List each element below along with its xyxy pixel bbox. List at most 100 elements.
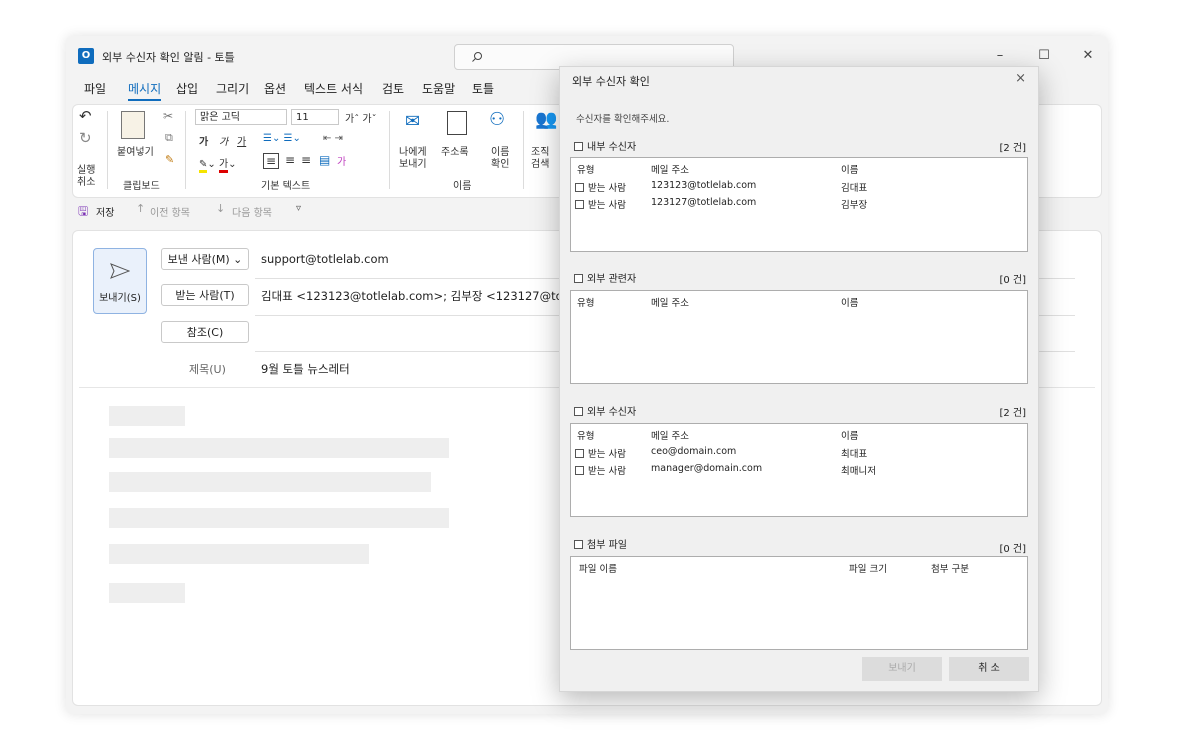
clear-format-icon[interactable]: 가	[337, 153, 346, 168]
menu-insert[interactable]: 삽입	[176, 80, 198, 97]
menu-format-text[interactable]: 텍스트 서식	[304, 80, 363, 97]
external-list[interactable]: 유형 메일 주소 이름 받는 사람 ceo@domain.com 최대표 받는 …	[570, 423, 1028, 517]
copy-icon[interactable]: ⧉	[165, 131, 173, 145]
send-button[interactable]: 보내기(S)	[93, 248, 147, 314]
checkbox-icon[interactable]	[574, 407, 583, 416]
column-header-name: 이름	[841, 165, 859, 176]
grow-font-icon[interactable]: 가ˆ 가ˇ	[345, 110, 377, 125]
column-header-name: 이름	[841, 298, 859, 309]
bold-icon[interactable]: 가	[199, 133, 208, 148]
italic-icon[interactable]: 가	[219, 133, 228, 148]
redo-icon[interactable]: ↻	[79, 129, 92, 147]
column-header-filesize: 파일 크기	[849, 564, 887, 575]
body-placeholder-line	[109, 508, 449, 528]
check-names-label-2[interactable]: 확인	[491, 155, 509, 170]
cc-button[interactable]: 참조(C)	[161, 321, 249, 343]
underline-icon[interactable]: 가	[237, 133, 246, 148]
dialog-cancel-button[interactable]: 취 소	[949, 657, 1029, 681]
send-to-me-label-2[interactable]: 보내기	[399, 155, 427, 170]
column-header-attach-type: 첨부 구분	[931, 564, 969, 575]
internal-list[interactable]: 유형 메일 주소 이름 받는 사람 123123@totlelab.com 김대…	[570, 157, 1028, 252]
attachments-list[interactable]: 파일 이름 파일 크기 첨부 구분	[570, 556, 1028, 650]
close-window-icon[interactable]: ✕	[1078, 48, 1098, 63]
attachments-count: [0 건]	[999, 544, 1026, 555]
bullet-list-icon[interactable]: ☰⌄ ☰⌄	[263, 133, 301, 144]
down-arrow-icon[interactable]: ↓	[216, 202, 225, 215]
column-header-filename: 파일 이름	[579, 564, 617, 575]
org-search-icon[interactable]: 👥	[535, 109, 557, 130]
address-book-icon[interactable]	[447, 111, 467, 135]
related-section-toggle[interactable]: 외부 관련자	[574, 270, 636, 285]
send-to-me-icon[interactable]: ✉	[405, 111, 420, 132]
maximize-icon[interactable]: ☐	[1034, 48, 1054, 63]
align-left-icon[interactable]: ≡	[263, 153, 280, 169]
to-field[interactable]: 김대표 <123123@totlelab.com>; 김부장 <123127@t…	[261, 288, 588, 304]
checkbox-icon[interactable]	[574, 540, 583, 549]
menu-totle[interactable]: 토틀	[472, 80, 494, 97]
internal-count: [2 건]	[999, 143, 1026, 154]
checkbox-icon[interactable]	[575, 449, 584, 458]
body-placeholder-line	[109, 472, 431, 492]
checkbox-icon[interactable]	[574, 274, 583, 283]
next-item-label[interactable]: 다음 항목	[232, 204, 272, 219]
menu-file[interactable]: 파일	[84, 80, 106, 97]
checkbox-icon[interactable]	[575, 183, 584, 192]
prev-item-label[interactable]: 이전 항목	[150, 204, 190, 219]
list-item-email: 123127@totlelab.com	[651, 197, 757, 208]
list-item[interactable]: 받는 사람	[575, 463, 626, 477]
font-size-select[interactable]: 11	[291, 109, 339, 125]
highlight-icon[interactable]: ✎⌄ 가⌄	[199, 155, 237, 173]
clipboard-group-label: 클립보드	[123, 181, 160, 192]
checkbox-icon[interactable]	[574, 142, 583, 151]
checkbox-icon[interactable]	[575, 466, 584, 475]
external-recipient-dialog: 외부 수신자 확인 × 수신자를 확인해주세요. 내부 수신자 [2 건] 유형…	[559, 66, 1039, 692]
menu-review[interactable]: 검토	[382, 80, 404, 97]
menu-options[interactable]: 옵션	[264, 80, 286, 97]
subject-field[interactable]: 9월 토틀 뉴스레터	[261, 361, 350, 377]
menu-help[interactable]: 도움말	[422, 80, 455, 97]
list-item-email: 123123@totlelab.com	[651, 180, 757, 191]
customize-qat-icon[interactable]: ▿	[296, 203, 301, 214]
ribbon-divider	[185, 111, 186, 189]
paste-label[interactable]: 붙여넣기	[117, 143, 154, 158]
list-item-email: manager@domain.com	[651, 463, 763, 474]
related-section-label: 외부 관련자	[587, 274, 637, 285]
ribbon-divider	[389, 111, 390, 189]
justify-icon[interactable]: ▤	[319, 153, 330, 167]
org-search-label-2[interactable]: 검색	[531, 155, 549, 170]
dialog-send-button[interactable]: 보내기	[862, 657, 942, 681]
to-button[interactable]: 받는 사람(T)	[161, 284, 249, 306]
list-item[interactable]: 받는 사람	[575, 197, 626, 211]
address-book-label[interactable]: 주소록	[441, 143, 469, 158]
minimize-icon[interactable]: –	[990, 48, 1010, 63]
column-header-type: 유형	[577, 298, 595, 309]
undo-icon[interactable]: ↶	[79, 107, 92, 125]
check-names-icon[interactable]: ⚇	[489, 109, 505, 130]
attachments-section-toggle[interactable]: 첨부 파일	[574, 536, 627, 551]
from-button[interactable]: 보낸 사람(M) ⌄	[161, 248, 249, 270]
save-icon[interactable]: 🖫	[78, 202, 88, 223]
font-name-select[interactable]: 맑은 고딕	[195, 109, 287, 125]
column-header-type: 유형	[577, 431, 595, 442]
menu-draw[interactable]: 그리기	[216, 80, 249, 97]
external-section-toggle[interactable]: 외부 수신자	[574, 403, 636, 418]
align-center-icon[interactable]: ≡	[285, 153, 295, 167]
dialog-close-icon[interactable]: ×	[1015, 71, 1026, 86]
format-painter-icon[interactable]: ✎	[165, 153, 174, 166]
column-header-email: 메일 주소	[651, 298, 689, 309]
list-item[interactable]: 받는 사람	[575, 446, 626, 460]
ribbon-divider	[523, 111, 524, 189]
menu-message[interactable]: 메시지	[128, 80, 162, 101]
paste-icon[interactable]	[121, 111, 145, 139]
internal-section-toggle[interactable]: 내부 수신자	[574, 138, 636, 153]
align-right-icon[interactable]: ≡	[301, 153, 311, 167]
checkbox-icon[interactable]	[575, 200, 584, 209]
save-label[interactable]: 저장	[96, 204, 114, 219]
up-arrow-icon[interactable]: ↑	[136, 202, 145, 215]
indent-icon[interactable]: ⇤ ⇥	[323, 133, 343, 144]
list-item[interactable]: 받는 사람	[575, 180, 626, 194]
cut-icon[interactable]: ✂	[163, 109, 173, 123]
dialog-title: 외부 수신자 확인	[572, 75, 650, 88]
related-list[interactable]: 유형 메일 주소 이름	[570, 290, 1028, 384]
list-item-name: 최매니저	[841, 466, 876, 477]
